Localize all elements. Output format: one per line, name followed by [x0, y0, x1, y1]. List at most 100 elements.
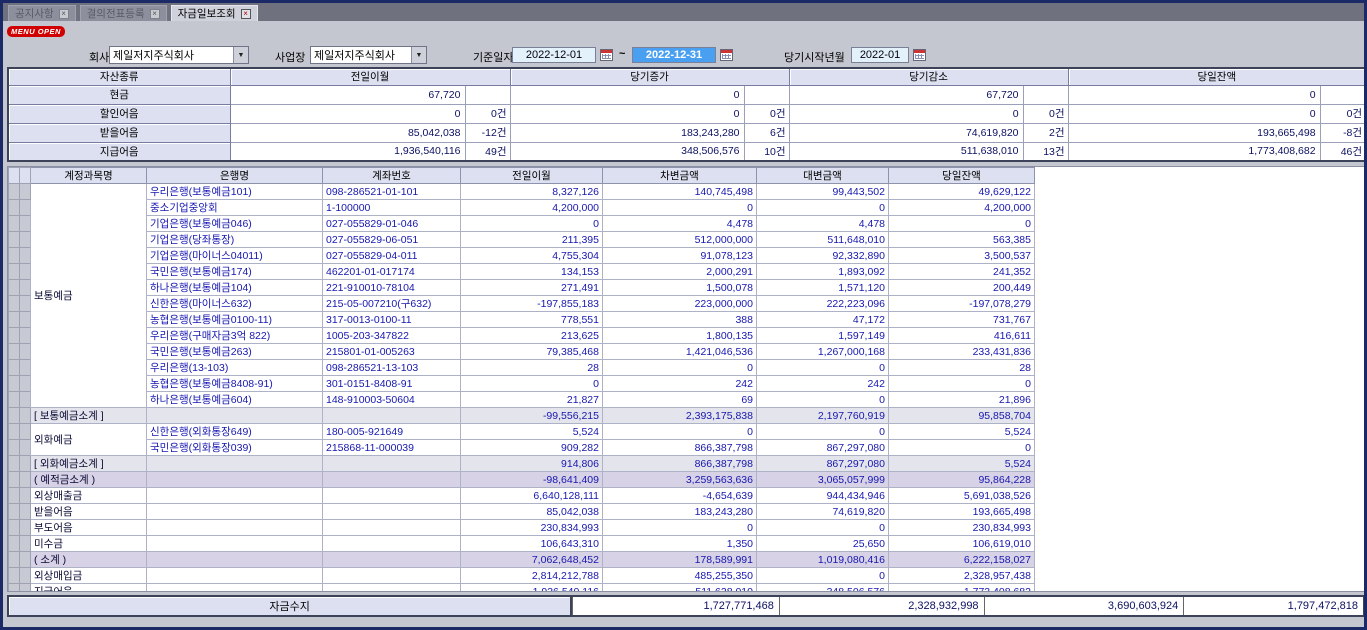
row-indicator[interactable] [9, 456, 20, 472]
tab-close-icon[interactable]: × [241, 9, 251, 19]
row-indicator[interactable] [20, 536, 31, 552]
tab-close-icon[interactable]: × [59, 9, 69, 19]
table-row[interactable]: 부도어음230,834,99300230,834,993 [9, 520, 1035, 536]
row-indicator[interactable] [20, 408, 31, 424]
calendar-icon[interactable] [913, 49, 926, 61]
row-indicator[interactable] [20, 264, 31, 280]
row-indicator[interactable] [20, 296, 31, 312]
date-to-input[interactable]: 2022-12-31 [632, 47, 716, 63]
summary-row[interactable]: 받을어음85,042,038-12건183,243,2806건74,619,82… [8, 123, 1366, 142]
calendar-icon[interactable] [600, 49, 613, 61]
row-indicator[interactable] [9, 184, 20, 200]
row-indicator[interactable] [9, 200, 20, 216]
row-indicator[interactable] [20, 328, 31, 344]
row-indicator[interactable] [9, 552, 20, 568]
row-indicator[interactable] [9, 408, 20, 424]
row-indicator[interactable] [9, 248, 20, 264]
table-row[interactable]: 받을어음85,042,038183,243,28074,619,820193,6… [9, 504, 1035, 520]
table-row[interactable]: 외상매출금6,640,128,111-4,654,639944,434,9465… [9, 488, 1035, 504]
row-indicator[interactable] [20, 200, 31, 216]
site-label: 사업장 [275, 49, 305, 65]
summary-row[interactable]: 현금67,720067,7200 [8, 85, 1366, 104]
table-row[interactable]: 중소기업중앙회1-1000004,200,000004,200,000 [9, 200, 1035, 216]
table-row[interactable]: ( 예적금소계 )-98,641,4093,259,563,6363,065,0… [9, 472, 1035, 488]
table-row[interactable]: 우리은행(13-103)098-286521-13-103280028 [9, 360, 1035, 376]
row-indicator[interactable] [20, 392, 31, 408]
table-row[interactable]: 국민은행(보통예금174)462201-01-017174134,1532,00… [9, 264, 1035, 280]
row-indicator[interactable] [9, 360, 20, 376]
table-row[interactable]: 외상매입금2,814,212,788485,255,35002,328,957,… [9, 568, 1035, 584]
row-indicator[interactable] [20, 488, 31, 504]
row-indicator[interactable] [20, 584, 31, 593]
table-row[interactable]: 지급어음1,936,540,116511,638,010348,506,5761… [9, 584, 1035, 593]
row-indicator[interactable] [9, 392, 20, 408]
row-indicator[interactable] [20, 312, 31, 328]
table-row[interactable]: 하나은행(보통예금604)148-910003-5060421,82769021… [9, 392, 1035, 408]
table-row[interactable]: 농협은행(보통예금8408-91)301-0151-8408-910242242… [9, 376, 1035, 392]
menu-open-button[interactable]: MENU OPEN [7, 26, 65, 37]
row-indicator[interactable] [20, 568, 31, 584]
date-from-input[interactable]: 2022-12-01 [512, 47, 596, 63]
table-row[interactable]: 보통예금우리은행(보통예금101)098-286521-01-1018,327,… [9, 184, 1035, 200]
row-indicator[interactable] [9, 536, 20, 552]
tab-1[interactable]: 공지사항× [8, 5, 76, 21]
table-row[interactable]: 농협은행(보통예금0100-11)317-0013-0100-11778,551… [9, 312, 1035, 328]
row-indicator[interactable] [9, 424, 20, 440]
row-indicator[interactable] [9, 344, 20, 360]
row-indicator[interactable] [9, 216, 20, 232]
row-indicator[interactable] [9, 264, 20, 280]
table-row[interactable]: 외화예금신한은행(외화통장649)180-005-9216495,524005,… [9, 424, 1035, 440]
row-indicator[interactable] [20, 504, 31, 520]
table-row[interactable]: 기업은행(당좌통장)027-055829-06-051211,395512,00… [9, 232, 1035, 248]
table-row[interactable]: ( 소계 )7,062,648,452178,589,9911,019,080,… [9, 552, 1035, 568]
row-indicator[interactable] [20, 344, 31, 360]
table-row[interactable]: 국민은행(보통예금263)215801-01-00526379,385,4681… [9, 344, 1035, 360]
row-indicator[interactable] [9, 296, 20, 312]
row-indicator[interactable] [9, 328, 20, 344]
tab-close-icon[interactable]: × [150, 9, 160, 19]
row-indicator[interactable] [20, 424, 31, 440]
table-row[interactable]: [ 보통예금소계 ]-99,556,2152,393,175,8382,197,… [9, 408, 1035, 424]
row-indicator[interactable] [9, 584, 20, 593]
row-indicator[interactable] [9, 280, 20, 296]
row-indicator[interactable] [9, 504, 20, 520]
row-indicator[interactable] [9, 376, 20, 392]
table-row[interactable]: 국민은행(외화통장039)215868-11-000039909,282866,… [9, 440, 1035, 456]
table-row[interactable]: 미수금106,643,3101,35025,650106,619,010 [9, 536, 1035, 552]
row-indicator[interactable] [9, 472, 20, 488]
company-select[interactable]: 제일저지주식회사 ▼ [109, 46, 249, 64]
row-indicator[interactable] [20, 552, 31, 568]
summary-row[interactable]: 할인어음00건00건00건00건 [8, 104, 1366, 123]
tab-3[interactable]: 자금일보조회× [171, 5, 258, 21]
table-row[interactable]: 우리은행(구매자금3억 822)1005-203-347822213,6251,… [9, 328, 1035, 344]
summary-amount: 0 [510, 104, 744, 123]
table-row[interactable]: 하나은행(보통예금104)221-910010-78104271,4911,50… [9, 280, 1035, 296]
table-row[interactable]: 기업은행(보통예금046)027-055829-01-04604,4784,47… [9, 216, 1035, 232]
row-indicator[interactable] [20, 376, 31, 392]
site-select[interactable]: 제일저지주식회사 ▼ [310, 46, 427, 64]
row-indicator[interactable] [9, 520, 20, 536]
table-row[interactable]: 신한은행(마이너스632)215-05-007210(구632)-197,855… [9, 296, 1035, 312]
row-indicator[interactable] [9, 568, 20, 584]
row-indicator[interactable] [9, 488, 20, 504]
period-start-input[interactable]: 2022-01 [851, 47, 909, 63]
row-indicator[interactable] [20, 248, 31, 264]
row-indicator[interactable] [9, 440, 20, 456]
calendar-icon[interactable] [720, 49, 733, 61]
row-indicator[interactable] [20, 456, 31, 472]
row-indicator[interactable] [20, 360, 31, 376]
row-indicator[interactable] [9, 232, 20, 248]
row-indicator[interactable] [20, 472, 31, 488]
row-indicator[interactable] [20, 280, 31, 296]
row-indicator[interactable] [20, 440, 31, 456]
summary-row[interactable]: 지급어음1,936,540,11649건348,506,57610건511,63… [8, 142, 1366, 161]
row-indicator[interactable] [20, 184, 31, 200]
row-indicator[interactable] [20, 216, 31, 232]
row-indicator[interactable] [20, 232, 31, 248]
row-indicator[interactable] [20, 520, 31, 536]
table-row[interactable]: [ 외화예금소계 ]914,806866,387,798867,297,0805… [9, 456, 1035, 472]
row-indicator[interactable] [9, 312, 20, 328]
amount-cell: 5,524 [461, 424, 603, 440]
tab-2[interactable]: 결의전표등록× [80, 5, 167, 21]
table-row[interactable]: 기업은행(마이너스04011)027-055829-04-0114,755,30… [9, 248, 1035, 264]
